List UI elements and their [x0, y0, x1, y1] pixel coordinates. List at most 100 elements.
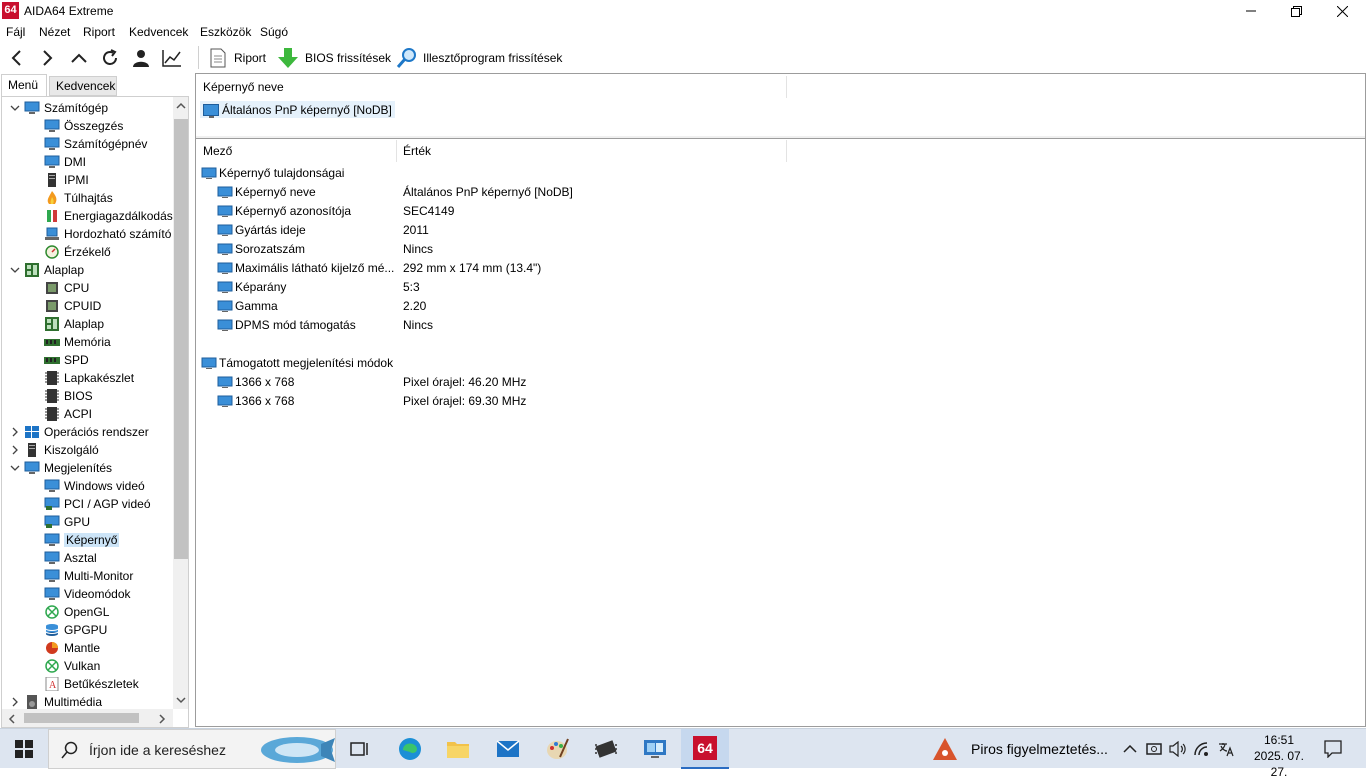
tree-item-windows-video[interactable]: Windows videó: [44, 477, 145, 495]
tree-item-opengl[interactable]: OpenGL: [44, 603, 109, 621]
tree-item-megjelenites[interactable]: Megjelenítés: [24, 459, 112, 477]
network-button[interactable]: [1190, 729, 1214, 769]
refresh-button[interactable]: [99, 47, 121, 69]
meeting-button[interactable]: [1142, 729, 1166, 769]
detail-row[interactable]: 1366 x 768: [217, 372, 294, 391]
taskbar-search[interactable]: Írjon ide a kereséshez: [48, 729, 336, 769]
driver-update-button[interactable]: Illesztőprogram frissítések: [423, 51, 562, 65]
splitter[interactable]: [196, 136, 1365, 139]
detail-row[interactable]: 1366 x 768: [217, 391, 294, 410]
tree-item-vulkan[interactable]: Vulkan: [44, 657, 100, 675]
detail-row[interactable]: Képarány: [217, 277, 286, 296]
menu-view[interactable]: Nézet: [39, 25, 70, 39]
tree-item-mantle[interactable]: Mantle: [44, 639, 100, 657]
tree-item-lapkakeszlet[interactable]: Lapkakészlet: [44, 369, 134, 387]
menu-report[interactable]: Riport: [83, 25, 115, 39]
tree-item-cpuid[interactable]: CPUID: [44, 297, 101, 315]
detail-row[interactable]: Képernyő neve: [217, 182, 316, 201]
tree-item-alaplap[interactable]: Alaplap: [44, 315, 104, 333]
menu-file[interactable]: Fájl: [6, 25, 25, 39]
device-list-header[interactable]: Képernyő neve: [203, 80, 284, 94]
collapse-icon[interactable]: [10, 463, 20, 473]
detail-row[interactable]: Sorozatszám: [217, 239, 305, 258]
show-hidden-icons-button[interactable]: [1118, 729, 1142, 769]
up-button[interactable]: [68, 47, 90, 69]
report-icon-button[interactable]: [207, 47, 229, 69]
minimize-button[interactable]: [1228, 0, 1274, 22]
tree-item-acpi[interactable]: ACPI: [44, 405, 92, 423]
driver-update-icon-button[interactable]: [396, 47, 418, 69]
remote-app-button[interactable]: [631, 729, 679, 769]
input-language-button[interactable]: [1214, 729, 1238, 769]
file-explorer-button[interactable]: [434, 729, 482, 769]
start-button[interactable]: [0, 729, 48, 769]
detail-row[interactable]: Képernyő azonosítója: [217, 201, 351, 220]
tree-item-memoria[interactable]: Memória: [44, 333, 111, 351]
detail-row[interactable]: Gamma: [217, 296, 278, 315]
vertical-scroll-thumb[interactable]: [174, 119, 188, 559]
benchmark-button[interactable]: [161, 47, 183, 69]
menu-favorites[interactable]: Kedvencek: [129, 25, 188, 39]
column-header-field[interactable]: Mező: [203, 144, 232, 158]
expand-icon[interactable]: [10, 697, 20, 707]
task-view-button[interactable]: [336, 729, 384, 769]
tree-item-bios[interactable]: BIOS: [44, 387, 93, 405]
tree-item-alaplap[interactable]: Alaplap: [24, 261, 84, 279]
tree-item-energiagazdalkodas[interactable]: Energiagazdálkodás: [44, 207, 173, 225]
action-center-button[interactable]: [1316, 729, 1350, 769]
report-button[interactable]: Riport: [234, 51, 266, 65]
menu-tools[interactable]: Eszközök: [200, 25, 251, 39]
collapse-icon[interactable]: [10, 265, 20, 275]
tree-item-cpu[interactable]: CPU: [44, 279, 89, 297]
horizontal-scrollbar[interactable]: [2, 709, 173, 727]
edge-button[interactable]: [386, 729, 434, 769]
tree-item-multi-monitor[interactable]: Multi-Monitor: [44, 567, 133, 585]
paint-button[interactable]: [534, 729, 582, 769]
menu-help[interactable]: Súgó: [260, 25, 288, 39]
section-header[interactable]: Képernyő tulajdonságai: [201, 163, 344, 182]
vertical-scrollbar[interactable]: [173, 97, 188, 709]
bios-update-button[interactable]: BIOS frissítések: [305, 51, 391, 65]
tree-item-ipmi[interactable]: IPMI: [44, 171, 89, 189]
back-button[interactable]: [6, 47, 28, 69]
tree-item-asztal[interactable]: Asztal: [44, 549, 97, 567]
tree-item-videomodok[interactable]: Videomódok: [44, 585, 131, 603]
aida64-taskbar-button[interactable]: 64: [681, 729, 729, 769]
tree-item-spd[interactable]: SPD: [44, 351, 89, 369]
expand-icon[interactable]: [10, 427, 20, 437]
detail-row[interactable]: Gyártás ideje: [217, 220, 306, 239]
tab-favorites[interactable]: Kedvencek: [49, 76, 117, 96]
column-header-value[interactable]: Érték: [403, 144, 431, 158]
tree-item-betukeszletek[interactable]: A Betűkészletek: [44, 675, 139, 693]
tree-item-gpu[interactable]: GPU: [44, 513, 90, 531]
detail-row[interactable]: DPMS mód támogatás: [217, 315, 356, 334]
horizontal-scroll-thumb[interactable]: [24, 713, 139, 723]
volume-button[interactable]: [1166, 729, 1190, 769]
tree-item-operacios-rendszer[interactable]: Operációs rendszer: [24, 423, 149, 441]
close-button[interactable]: [1319, 0, 1365, 22]
tree-item-dmi[interactable]: DMI: [44, 153, 86, 171]
tree-item-szamitogepnev[interactable]: Számítógépnév: [44, 135, 147, 153]
tree-item-osszegzes[interactable]: Összegzés: [44, 117, 123, 135]
mail-button[interactable]: [484, 729, 532, 769]
device-list-item[interactable]: Általános PnP képernyő [NoDB]: [200, 101, 395, 118]
tree-item-kiszolgalo[interactable]: Kiszolgáló: [24, 441, 99, 459]
notification-button[interactable]: Piros figyelmeztetés...: [926, 729, 1116, 769]
hardware-app-button[interactable]: [582, 729, 630, 769]
tree-item-pci-agp-video[interactable]: PCI / AGP videó: [44, 495, 151, 513]
tree-item-tulhajtas[interactable]: Túlhajtás: [44, 189, 113, 207]
tab-menu[interactable]: Menü: [1, 74, 47, 96]
tree-item-erzekelo[interactable]: Érzékelő: [44, 243, 111, 261]
section-header[interactable]: Támogatott megjelenítési módok: [201, 353, 393, 372]
expand-icon[interactable]: [10, 445, 20, 455]
restore-button[interactable]: [1273, 0, 1319, 22]
detail-row[interactable]: Maximális látható kijelző mé...: [217, 258, 394, 277]
user-button[interactable]: [130, 47, 152, 69]
forward-button[interactable]: [36, 47, 58, 69]
tree-item-gpgpu[interactable]: GPGPU: [44, 621, 107, 639]
tree-item-hordozhato-szamito[interactable]: Hordozható számító: [44, 225, 171, 243]
collapse-icon[interactable]: [10, 103, 20, 113]
tree-item-kepernyo[interactable]: Képernyő: [44, 531, 120, 549]
bios-update-icon-button[interactable]: [277, 47, 299, 69]
clock[interactable]: 16:51 2025. 07. 27.: [1247, 732, 1311, 780]
